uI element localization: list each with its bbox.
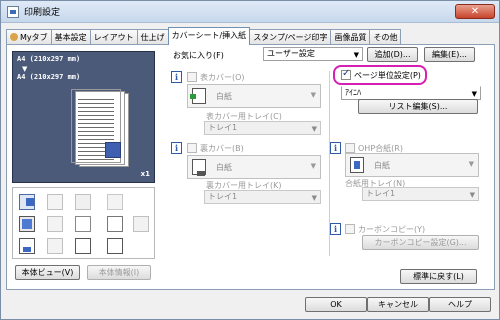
front-cover-label: 表カバー(O) — [200, 73, 245, 82]
chevron-down-icon: ▼ — [468, 160, 474, 168]
output-function-icon — [47, 238, 63, 254]
tray-function-icon — [19, 238, 35, 254]
print-settings-window: 印刷設定 ✕ Myタブ 基本設定 レイアウト 仕上げ カバーシート/挿入紙 スタ… — [0, 0, 500, 320]
back-cover-checkbox[interactable] — [187, 143, 197, 153]
back-cover-tray-select[interactable]: トレイ1 ▼ — [204, 190, 321, 204]
chevron-down-icon: ▼ — [310, 162, 316, 170]
carbon-label: カーボンコピー(Y) — [358, 225, 426, 234]
tab-quality[interactable]: 画像品質 — [330, 29, 371, 45]
layout-function-icon — [47, 216, 63, 232]
staple-function-icon — [47, 194, 63, 210]
ohp-paper-select[interactable]: 白紙 ▼ — [345, 153, 479, 177]
back-cover-label: 裏カバー(B) — [200, 144, 244, 153]
favorites-add-button[interactable]: 追加(D)... — [367, 47, 418, 62]
combine-function-icon — [19, 216, 35, 232]
cancel-button[interactable]: キャンセル — [367, 297, 429, 312]
favorites-select[interactable]: ユーザー設定 ▼ — [263, 47, 363, 61]
ok-button[interactable]: OK — [305, 297, 367, 312]
per-page-checkbox[interactable] — [341, 68, 351, 80]
front-cover-checkbox[interactable] — [187, 72, 197, 82]
back-cover-paper-select[interactable]: 白紙 ▼ — [187, 155, 321, 179]
back-cover-info-icon[interactable]: i — [171, 142, 182, 154]
punch-function-icon — [75, 194, 91, 210]
back-cover-paper-value: 白紙 — [216, 163, 232, 172]
carbon-checkbox[interactable] — [345, 224, 355, 234]
chevron-down-icon: ▼ — [469, 191, 475, 199]
preview-paper-output: A4 (210x297 mm) — [17, 73, 81, 81]
front-cover-paper-select[interactable]: 白紙 ▼ — [187, 84, 321, 108]
tab-other[interactable]: その他 — [369, 29, 402, 45]
ohp-info-icon[interactable]: i — [330, 142, 341, 154]
ohp-tray-value: トレイ1 — [366, 189, 396, 198]
help-button[interactable]: ヘルプ — [429, 297, 491, 312]
front-cover-paper-icon — [190, 88, 206, 104]
chevron-down-icon: ▼ — [311, 194, 317, 202]
ohp-paper-value: 白紙 — [374, 161, 390, 170]
watermark-function-icon — [107, 216, 123, 232]
tab-stamp[interactable]: スタンプ/ページ印字 — [249, 29, 332, 45]
preview-arrow: ▼ — [22, 65, 28, 73]
per-page-select[interactable]: ｱｲﾆﾊ ▼ — [341, 86, 481, 100]
device-info-button[interactable]: 本体情報(I) — [87, 265, 151, 280]
tab-cover-insert[interactable]: カバーシート/挿入紙 — [167, 27, 251, 45]
function-icon-grid — [12, 187, 155, 259]
front-cover-tray-value: トレイ1 — [208, 123, 238, 132]
ohp-checkbox[interactable] — [345, 143, 355, 153]
window-title: 印刷設定 — [24, 8, 61, 18]
printer-icon — [7, 5, 19, 18]
cover-function-icon — [19, 194, 35, 210]
preview-copies: x1 — [140, 170, 150, 178]
chevron-down-icon: ▼ — [310, 91, 316, 99]
chevron-down-icon: ▼ — [353, 51, 359, 59]
booklet-function-icon — [107, 194, 123, 210]
front-cover-info-icon[interactable]: i — [171, 71, 182, 83]
back-cover-tray-value: トレイ1 — [208, 192, 238, 201]
preview-pane: A4 (210x297 mm) ▼ A4 (210x297 mm) x1 — [12, 51, 155, 183]
favorites-value: ユーザー設定 — [267, 49, 315, 58]
front-cover-tray-select[interactable]: トレイ1 ▼ — [204, 121, 321, 135]
favorites-edit-button[interactable]: 編集(E)... — [424, 47, 475, 62]
tab-basic[interactable]: 基本設定 — [50, 29, 91, 45]
tab-bar: Myタブ 基本設定 レイアウト 仕上げ カバーシート/挿入紙 スタンプ/ページ印… — [6, 27, 402, 45]
ohp-tray-select[interactable]: トレイ1 ▼ — [362, 187, 479, 201]
carbon-info-icon[interactable]: i — [330, 223, 341, 235]
list-edit-button[interactable]: リスト編集(S)... — [358, 99, 478, 114]
preview-paper-original: A4 (210x297 mm) — [17, 55, 81, 63]
ohp-paper-icon — [350, 157, 364, 173]
carbon-settings-button[interactable]: カーボンコピー設定(G)... — [362, 235, 479, 250]
title-bar: 印刷設定 ✕ — [1, 1, 499, 23]
per-page-value: ｱｲﾆﾊ — [345, 88, 361, 97]
copy-function-icon — [75, 238, 91, 254]
back-cover-paper-icon — [192, 159, 206, 176]
restore-defaults-button[interactable]: 標準に戻す(L) — [400, 269, 477, 284]
close-button[interactable]: ✕ — [455, 4, 495, 19]
tab-my-label: Myタブ — [20, 33, 48, 42]
front-cover-paper-value: 白紙 — [216, 92, 232, 101]
person-icon — [10, 33, 18, 41]
page-function-icon — [107, 238, 123, 254]
tab-my[interactable]: Myタブ — [6, 29, 52, 45]
overlay-function-icon — [133, 216, 149, 232]
tab-finishing[interactable]: 仕上げ — [136, 29, 169, 45]
device-preview-button[interactable]: 本体ビュー(V) — [15, 265, 80, 280]
favorites-label: お気に入り(F) — [173, 51, 224, 60]
chevron-down-icon: ▼ — [311, 125, 317, 133]
tab-layout[interactable]: レイアウト — [89, 29, 138, 45]
per-page-label: ページ単位設定(P) — [354, 71, 421, 80]
text-function-icon — [75, 216, 91, 232]
